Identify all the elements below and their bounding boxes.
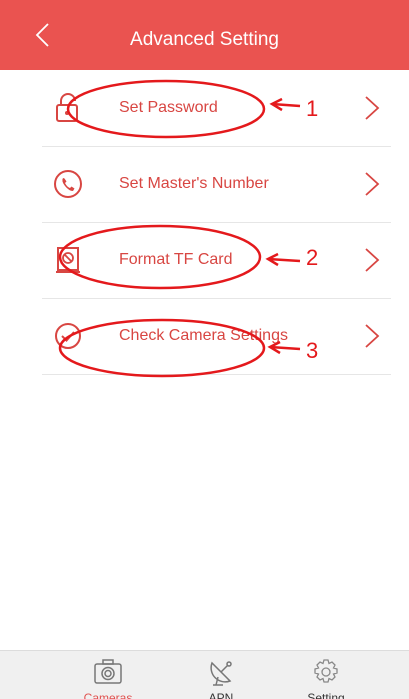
- chevron-right-icon: [365, 96, 380, 120]
- menu-item-label: Check Camera Settings: [119, 327, 288, 344]
- menu-item-label: Format TF Card: [119, 251, 233, 268]
- lock-icon: [56, 93, 78, 122]
- header-bar: Advanced Setting: [0, 0, 409, 70]
- menu-item-label: Set Password: [119, 99, 218, 116]
- satellite-dish-icon: [210, 661, 232, 686]
- menu-item-set-masters-number[interactable]: Set Master's Number: [42, 146, 391, 223]
- menu-item-format-tf-card[interactable]: Format TF Card: [42, 222, 391, 299]
- chevron-right-icon: [365, 172, 380, 196]
- sd-card-icon: [56, 247, 80, 273]
- page-title: Advanced Setting: [130, 29, 279, 50]
- menu-item-check-camera-settings[interactable]: Check Camera Settings: [42, 298, 391, 375]
- camera-icon: [94, 659, 122, 684]
- chevron-right-icon: [365, 248, 380, 272]
- tab-setting[interactable]: Setting: [258, 651, 394, 699]
- phone-icon: [54, 170, 82, 198]
- check-circle-icon: [55, 323, 81, 349]
- menu-item-set-password[interactable]: Set Password: [42, 70, 391, 147]
- bottom-tab-bar: Cameras APN Setting: [0, 650, 409, 699]
- menu-item-label: Set Master's Number: [119, 175, 269, 192]
- chevron-right-icon: [365, 324, 380, 348]
- gear-icon: [314, 659, 338, 683]
